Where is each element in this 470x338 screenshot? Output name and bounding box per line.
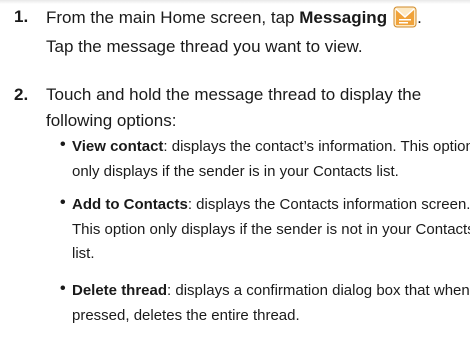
option-view-contact-line-2: only displays if the sender is in your C… <box>72 163 399 180</box>
messaging-icon <box>393 6 417 28</box>
bullet-view-contact: • <box>60 136 66 153</box>
step-1-period: . <box>417 8 422 27</box>
bullet-delete-thread: • <box>60 280 66 297</box>
option-delete-thread-term: Delete thread <box>72 282 168 299</box>
step-1-line-1: From the main Home screen, tap Messaging… <box>46 6 422 29</box>
step-2-line-1: Touch and hold the message thread to dis… <box>46 85 422 104</box>
step-2-number: 2. <box>14 85 29 104</box>
step-1-number: 1. <box>14 7 29 26</box>
option-delete-thread-line-1: Delete thread: displays a confirmation d… <box>72 282 470 299</box>
step-1-text: From the main Home screen, tap <box>46 8 300 27</box>
option-view-contact-line-1: View contact: displays the contact’s inf… <box>72 138 470 155</box>
option-add-to-contacts-line-1: Add to Contacts: displays the Contacts i… <box>72 196 470 213</box>
page-top-band <box>0 0 470 4</box>
option-add-to-contacts-term: Add to Contacts <box>72 196 188 213</box>
bullet-add-to-contacts: • <box>60 194 66 211</box>
step-2-line-2: following options: <box>46 111 177 130</box>
step-1-line-2: Tap the message thread you want to view. <box>46 37 363 56</box>
option-delete-thread-line-2: pressed, deletes the entire thread. <box>72 307 300 324</box>
messaging-label: Messaging <box>299 8 388 27</box>
option-add-to-contacts-line-2: This option only displays if the sender … <box>72 221 470 238</box>
option-view-contact-term: View contact <box>72 138 164 155</box>
option-add-to-contacts-line-3: list. <box>72 245 95 262</box>
